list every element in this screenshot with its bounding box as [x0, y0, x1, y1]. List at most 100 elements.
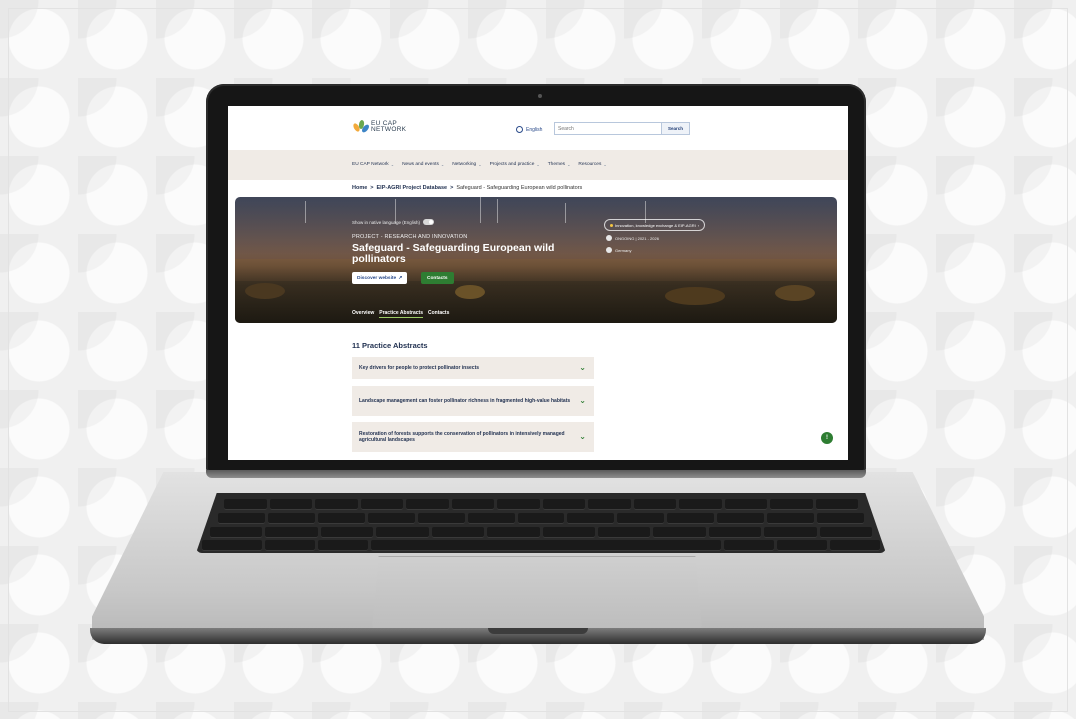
hero-field-band	[235, 281, 837, 323]
search-input[interactable]	[558, 123, 653, 134]
help-icon[interactable]: !	[821, 432, 833, 444]
breadcrumb-home[interactable]: Home	[352, 185, 367, 191]
key	[367, 513, 415, 524]
key	[269, 499, 312, 510]
project-status: ONGOING | 2021 - 2026	[615, 235, 659, 241]
key	[431, 527, 485, 538]
laptop-hinge	[206, 470, 866, 478]
nav-item-themes[interactable]: Themes ⌄	[548, 162, 571, 167]
site-logo[interactable]: EU CAP NETWORK	[352, 119, 406, 134]
accordion-item-label: Key drivers for people to protect pollin…	[359, 365, 480, 371]
chevron-down-icon: ⌄	[536, 162, 540, 167]
native-language-toggle-row[interactable]: Show in native language (English)	[352, 219, 435, 225]
nav-item-news-and-events[interactable]: News and events ⌄	[402, 162, 444, 167]
accordion-item-label: Restoration of forests supports the cons…	[359, 431, 565, 443]
hero-tree	[775, 285, 815, 301]
key	[724, 499, 767, 510]
chevron-down-icon: ⌄	[579, 363, 586, 372]
search-box: Search	[554, 122, 690, 135]
hero-tree	[455, 285, 485, 299]
nav-item-label: Themes	[547, 162, 566, 167]
key	[542, 527, 595, 538]
nav-item-label: Networking	[452, 162, 477, 167]
theme-pill-label: Innovation, knowledge exchange & EIP-AGR…	[615, 222, 696, 228]
language-label: English	[526, 126, 543, 133]
key	[588, 499, 631, 510]
breadcrumb: Home > EIP-AGRI Project Database > Safeg…	[352, 185, 582, 191]
key	[815, 499, 858, 510]
key	[467, 513, 515, 524]
hero-turbine	[305, 201, 306, 223]
key	[202, 540, 262, 551]
key	[265, 527, 318, 538]
laptop-camera	[538, 94, 542, 98]
key	[267, 513, 315, 524]
chevron-down-icon: ⌄	[478, 162, 482, 167]
search-button[interactable]: Search	[661, 123, 689, 134]
project-title: Safeguard - Safeguarding European wild p…	[352, 242, 555, 265]
key	[542, 499, 585, 510]
theme-pill[interactable]: Innovation, knowledge exchange & EIP-AGR…	[604, 219, 706, 231]
tab-overview[interactable]: Overview	[352, 310, 374, 318]
site-header: EU CAP NETWORK English Search	[228, 106, 848, 150]
hero-tree	[665, 287, 725, 305]
logo-text: EU CAP NETWORK	[371, 120, 406, 133]
tab-contacts[interactable]: Contacts	[428, 310, 449, 318]
chevron-down-icon: ⌄	[390, 162, 395, 167]
logo-leaf-icon	[352, 119, 371, 134]
keyboard	[196, 493, 886, 553]
accordion-item-label: Landscape management can foster pollinat…	[359, 398, 571, 404]
nav-item-label: News and events	[402, 162, 439, 167]
nav-item-eu-cap-network[interactable]: EU CAP Network ⌄	[352, 162, 394, 167]
hero-turbine	[497, 199, 498, 223]
key	[777, 540, 827, 551]
breadcrumb-separator: >	[370, 185, 374, 191]
key	[764, 527, 817, 538]
key	[210, 527, 263, 538]
calendar-icon	[606, 235, 612, 241]
key	[679, 499, 722, 510]
tab-practice-abstracts[interactable]: Practice Abstracts	[379, 310, 423, 318]
project-status-row: ONGOING | 2021 - 2026	[606, 235, 659, 241]
key	[817, 513, 864, 524]
laptop-screen: EU CAP NETWORK English Search EU CAP Net…	[228, 106, 848, 460]
trackpad	[372, 556, 702, 629]
practice-abstracts-heading: 11 Practice Abstracts	[352, 341, 428, 350]
key	[633, 499, 676, 510]
hero-turbine	[480, 197, 481, 223]
key	[724, 540, 774, 551]
language-selector[interactable]: English	[516, 126, 542, 133]
chevron-down-icon: ⌄	[579, 432, 586, 441]
key	[819, 527, 873, 538]
key	[315, 499, 358, 510]
chevron-down-icon: ⌄	[567, 162, 571, 167]
globe-icon	[516, 126, 523, 133]
nav-item-projects-and-practice[interactable]: Projects and practice ⌄	[490, 162, 540, 167]
hero-turbine	[565, 203, 566, 223]
native-language-toggle[interactable]	[423, 219, 435, 225]
breadcrumb-project-database[interactable]: EIP-AGRI Project Database	[377, 185, 448, 191]
accordion-item[interactable]: Landscape management can foster pollinat…	[352, 386, 594, 416]
chevron-down-icon: ⌄	[603, 162, 607, 167]
accordion-item[interactable]: Restoration of forests supports the cons…	[352, 422, 594, 452]
key	[265, 540, 315, 551]
native-language-label: Show in native language (English)	[352, 219, 421, 225]
project-country: Germany	[615, 247, 632, 253]
keyboard-row	[210, 527, 873, 538]
spacebar-key	[371, 540, 721, 551]
key	[653, 527, 706, 538]
nav-item-networking[interactable]: Networking ⌄	[452, 162, 481, 167]
discover-website-button[interactable]: Discover website ↗	[352, 272, 408, 284]
key	[417, 513, 465, 524]
project-hero: Show in native language (English) PROJEC…	[235, 197, 837, 323]
star-icon	[610, 223, 613, 227]
key	[617, 513, 665, 524]
accordion-item[interactable]: Key drivers for people to protect pollin…	[352, 357, 594, 379]
nav-item-label: Projects and practice	[489, 162, 535, 167]
nav-item-resources[interactable]: Resources ⌄	[578, 162, 606, 167]
key	[487, 527, 540, 538]
contacts-button[interactable]: Contacts	[421, 272, 454, 284]
key	[451, 499, 494, 510]
key	[667, 513, 715, 524]
project-type-label: PROJECT - RESEARCH AND INNOVATION	[352, 234, 468, 240]
